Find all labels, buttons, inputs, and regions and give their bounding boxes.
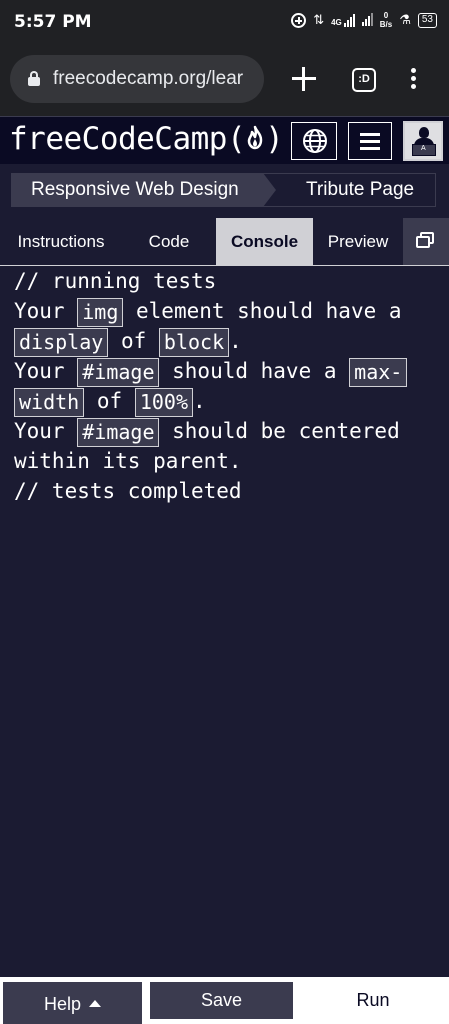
code-tag: block: [158, 327, 230, 357]
logo-close: ): [265, 121, 284, 157]
console-text: of: [96, 389, 123, 413]
tab-switcher-icon[interactable]: :D: [352, 68, 376, 92]
console-line: Your #image should be centered: [14, 416, 435, 447]
tab-console[interactable]: Console: [216, 218, 313, 265]
code-tag: max-: [349, 357, 408, 387]
action-bar: Help Save Run: [0, 977, 449, 1024]
breadcrumb-block[interactable]: Tribute Page: [262, 173, 436, 207]
signal-icon: [361, 12, 373, 29]
caret-up-icon: [89, 1000, 102, 1007]
popout-preview-button[interactable]: [403, 218, 449, 265]
browser-toolbar: freecodecamp.org/lear :D: [0, 44, 449, 116]
battery-level: 53: [421, 13, 433, 25]
globe-icon: [303, 129, 327, 153]
lab-flask-icon: ⚗: [399, 12, 411, 27]
fcc-navbar: freeCodeCamp(): [0, 116, 449, 164]
breadcrumb-superblock-label: Responsive Web Design: [31, 179, 239, 200]
console-text: should be centered: [172, 419, 400, 443]
plus-icon[interactable]: [289, 64, 319, 94]
fcc-logo[interactable]: freeCodeCamp(): [9, 121, 284, 157]
url-text[interactable]: freecodecamp.org/lear: [53, 68, 243, 90]
code-tag: #image: [77, 357, 160, 387]
console-line-running: // running tests: [14, 269, 217, 293]
console-text: of: [120, 329, 147, 353]
run-button[interactable]: Run: [297, 982, 449, 1024]
tab-instructions[interactable]: Instructions: [0, 218, 122, 265]
signal-4g-icon: 4G: [331, 13, 355, 27]
data-arrows-icon: ⇅: [313, 12, 325, 27]
console-text: should have a: [172, 359, 337, 383]
help-label: Help: [43, 994, 82, 1014]
status-icons: ⇅ 4G 0 B/s ⚗ 53: [291, 11, 437, 29]
console-line: Your img element should have a: [14, 296, 435, 327]
network-speed-unit: B/s: [379, 20, 393, 29]
hotspot-icon: [291, 12, 307, 28]
breadcrumb-block-label: Tribute Page: [306, 179, 415, 200]
flame-icon: [247, 125, 263, 150]
breadcrumb-superblock[interactable]: Responsive Web Design: [11, 173, 276, 207]
avatar[interactable]: [403, 121, 443, 161]
console-text: Your: [14, 419, 65, 443]
breadcrumb: Tribute Page Responsive Web Design: [0, 164, 449, 216]
editor-tabs: Instructions Code Console Preview: [0, 216, 449, 266]
menu-button[interactable]: [348, 122, 392, 160]
console-line: display of block.: [14, 326, 435, 357]
save-button[interactable]: Save: [150, 982, 293, 1019]
address-bar[interactable]: freecodecamp.org/lear: [10, 55, 264, 103]
more-vert-icon[interactable]: [408, 68, 418, 94]
network-speed-value: 0: [383, 11, 389, 20]
console-text: element should have a: [136, 299, 402, 323]
code-tag: img: [77, 297, 124, 327]
console-line: Your #image should have a max-: [14, 356, 435, 387]
console-line: width of 100%.: [14, 386, 435, 417]
console-line: within its parent.: [14, 449, 242, 473]
code-tag: #image: [77, 417, 160, 447]
code-tag: display: [14, 327, 109, 357]
lock-icon[interactable]: [28, 71, 40, 86]
logo-text: freeCodeCamp(: [9, 121, 246, 157]
console-text: .: [193, 389, 206, 413]
tab-preview[interactable]: Preview: [313, 218, 403, 265]
code-tag: width: [14, 387, 85, 417]
status-time: 5:57 PM: [14, 12, 92, 32]
network-speed: 0 B/s: [380, 11, 392, 29]
console-line-completed: // tests completed: [14, 479, 242, 503]
console-output: // running tests Your img element should…: [0, 267, 449, 977]
battery-icon: 53: [417, 12, 437, 28]
code-tag: 100%: [134, 387, 193, 417]
network-type: 4G: [331, 18, 342, 27]
console-text: .: [229, 329, 242, 353]
console-text: Your: [14, 359, 65, 383]
language-button[interactable]: [291, 122, 337, 160]
tab-code[interactable]: Code: [122, 218, 216, 265]
status-bar: 5:57 PM ⇅ 4G 0 B/s ⚗ 53: [0, 0, 449, 44]
help-button[interactable]: Help: [3, 982, 142, 1024]
console-text: Your: [14, 299, 65, 323]
